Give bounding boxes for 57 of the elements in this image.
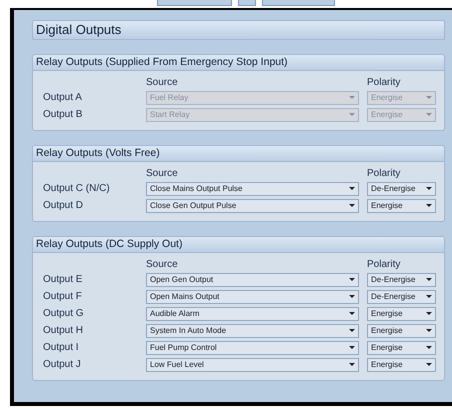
- caret-icon: [349, 346, 355, 350]
- caret-icon: [426, 312, 432, 316]
- section-title: Relay Outputs (Supplied From Emergency Stop Input): [33, 55, 444, 71]
- output-label: Output F: [43, 290, 83, 304]
- caret-icon: [349, 204, 355, 208]
- polarity-heading: Polarity: [367, 258, 400, 272]
- polarity-heading: Polarity: [367, 76, 400, 90]
- caret-icon: [349, 328, 355, 332]
- caret-icon: [426, 112, 432, 116]
- caret-icon: [426, 346, 432, 350]
- caret-icon: [349, 186, 355, 190]
- caret-icon: [426, 186, 432, 190]
- output-label: Output D: [43, 199, 84, 213]
- caret-icon: [426, 328, 432, 332]
- page-title: Digital Outputs: [32, 20, 445, 40]
- dropdown[interactable]: Open Gen Output: [146, 272, 359, 286]
- caret-icon: [426, 96, 432, 100]
- output-label: Output H: [43, 324, 84, 338]
- dropdown[interactable]: Close Mains Output Pulse: [146, 182, 359, 196]
- dropdown[interactable]: De-Energise: [367, 182, 436, 196]
- dropdown[interactable]: Fuel Pump Control: [146, 340, 359, 354]
- dropdown[interactable]: System In Auto Mode: [146, 324, 359, 338]
- caret-icon: [349, 362, 355, 366]
- caret-icon: [349, 294, 355, 298]
- caret-icon: [349, 112, 355, 116]
- output-label: Output I: [43, 341, 80, 355]
- dropdown[interactable]: Energise: [367, 324, 436, 338]
- dropdown[interactable]: Open Mains Output: [146, 290, 359, 304]
- dropdown[interactable]: Energise: [367, 340, 436, 354]
- section-title: Relay Outputs (DC Supply Out): [33, 237, 444, 253]
- source-heading: Source: [146, 167, 179, 181]
- caret-icon: [426, 278, 432, 282]
- dropdown[interactable]: De-Energise: [367, 272, 436, 286]
- dropdown[interactable]: Energise: [367, 306, 436, 320]
- polarity-heading: Polarity: [367, 167, 400, 181]
- output-label: Output A: [43, 91, 83, 105]
- dropdown[interactable]: Energise: [367, 198, 436, 212]
- caret-icon: [349, 312, 355, 316]
- output-label: Output J: [43, 358, 82, 372]
- dropdown[interactable]: Audible Alarm: [146, 306, 359, 320]
- source-heading: Source: [146, 76, 179, 90]
- dropdown[interactable]: Low Fuel Level: [146, 358, 359, 372]
- caret-icon: [426, 294, 432, 298]
- output-label: Output C (N/C): [43, 182, 111, 196]
- dropdown[interactable]: De-Energise: [367, 290, 436, 304]
- output-label: Output E: [43, 273, 84, 287]
- section-title: Relay Outputs (Volts Free): [33, 146, 444, 162]
- output-label: Output G: [43, 307, 85, 321]
- output-label: Output B: [43, 108, 84, 122]
- dropdown[interactable]: Energise: [367, 358, 436, 372]
- tab-edge: [238, 0, 256, 6]
- caret-icon: [349, 96, 355, 100]
- dropdown[interactable]: Close Gen Output Pulse: [146, 198, 359, 212]
- caret-icon: [426, 362, 432, 366]
- source-heading: Source: [146, 258, 179, 272]
- caret-icon: [426, 204, 432, 208]
- caret-icon: [349, 278, 355, 282]
